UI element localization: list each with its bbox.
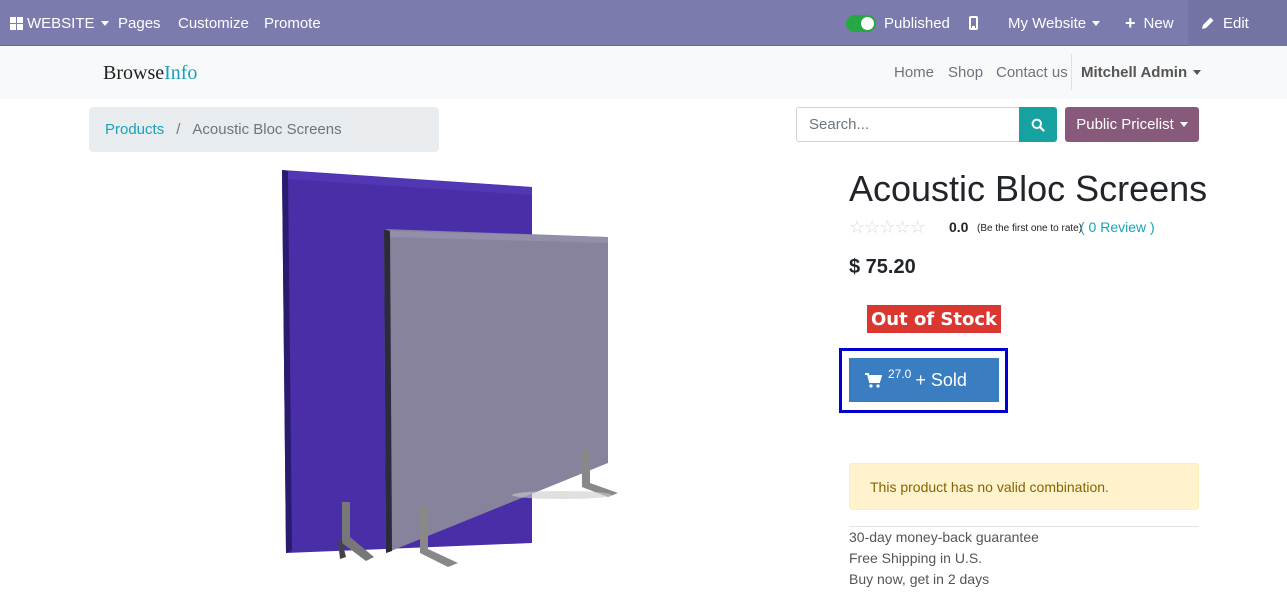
pricelist-label: Public Pricelist	[1076, 116, 1174, 133]
sold-count: 27.0	[888, 367, 912, 381]
plus-icon: +	[1125, 13, 1136, 33]
pencil-icon	[1202, 17, 1214, 29]
website-menu[interactable]: WEBSITE	[10, 0, 109, 46]
nav-shop[interactable]: Shop	[948, 62, 983, 82]
star-icon: ☆	[849, 217, 865, 237]
product-title: Acoustic Bloc Screens	[849, 168, 1208, 209]
website-menu-label: WEBSITE	[27, 14, 95, 32]
product-price: $ 75.20	[849, 256, 916, 278]
customize-menu[interactable]: Customize	[178, 0, 249, 46]
breadcrumb-separator: /	[176, 121, 181, 138]
combination-warning: This product has no valid combination.	[849, 463, 1199, 510]
search-input[interactable]	[796, 107, 1019, 142]
rating-stars[interactable]: ☆ ☆ ☆ ☆ ☆	[849, 217, 926, 238]
published-label: Published	[884, 14, 950, 32]
caret-down-icon	[1092, 20, 1101, 26]
caret-down-icon	[1179, 122, 1188, 127]
breadcrumb-current: Acoustic Bloc Screens	[192, 121, 342, 138]
published-toggle[interactable]: Published	[846, 0, 950, 46]
shopping-cart-icon	[865, 372, 882, 388]
nav-contact-us[interactable]: Contact us	[996, 62, 1068, 82]
rating-value: 0.0	[949, 219, 969, 235]
sold-label: + Sold	[915, 369, 967, 390]
user-name: Mitchell Admin	[1081, 63, 1188, 81]
breadcrumb: Products / Acoustic Bloc Screens	[89, 107, 439, 152]
rating-note: (Be the first one to rate)	[977, 223, 1083, 234]
caret-down-icon	[100, 20, 109, 26]
star-icon: ☆	[879, 217, 895, 237]
new-label: New	[1143, 14, 1174, 32]
brand-part-2: Info	[164, 62, 198, 84]
star-icon: ☆	[864, 217, 880, 237]
caret-down-icon	[1193, 69, 1202, 75]
my-website-label: My Website	[1008, 14, 1087, 32]
mobile-icon	[969, 16, 978, 30]
toggle-switch-icon[interactable]	[846, 14, 876, 32]
promote-menu[interactable]: Promote	[264, 0, 321, 46]
my-website-menu[interactable]: My Website	[1008, 0, 1101, 46]
nav-divider	[1071, 54, 1072, 90]
pricelist-dropdown[interactable]: Public Pricelist	[1065, 107, 1199, 142]
review-link[interactable]: ( 0 Review )	[1080, 219, 1155, 235]
feature-money-back: 30-day money-back guarantee	[849, 529, 1039, 545]
product-image	[282, 170, 618, 567]
divider	[849, 526, 1199, 527]
brand-part-1: Browse	[103, 62, 165, 84]
feature-free-shipping: Free Shipping in U.S.	[849, 550, 983, 566]
nav-home[interactable]: Home	[894, 62, 934, 82]
apps-grid-icon	[10, 16, 23, 30]
sold-count-button[interactable]: 27.0 + Sold	[849, 358, 999, 402]
edit-button[interactable]: Edit	[1201, 0, 1249, 46]
admin-bar: WEBSITE Pages Customize Promote Publishe…	[0, 0, 1287, 46]
star-icon: ☆	[909, 217, 926, 237]
pages-menu[interactable]: Pages	[118, 0, 161, 46]
feature-delivery: Buy now, get in 2 days	[849, 571, 990, 587]
brand-logo[interactable]: BrowseInfo	[103, 62, 197, 85]
edit-label: Edit	[1223, 14, 1249, 32]
mobile-preview-button[interactable]	[969, 0, 978, 46]
search-icon	[1031, 118, 1045, 132]
out-of-stock-badge: Out of Stock	[867, 305, 1001, 333]
star-icon: ☆	[894, 217, 910, 237]
breadcrumb-products-link[interactable]: Products	[105, 121, 164, 138]
new-button[interactable]: + New	[1125, 0, 1174, 46]
user-menu[interactable]: Mitchell Admin	[1081, 62, 1202, 82]
search-button[interactable]	[1019, 107, 1057, 142]
